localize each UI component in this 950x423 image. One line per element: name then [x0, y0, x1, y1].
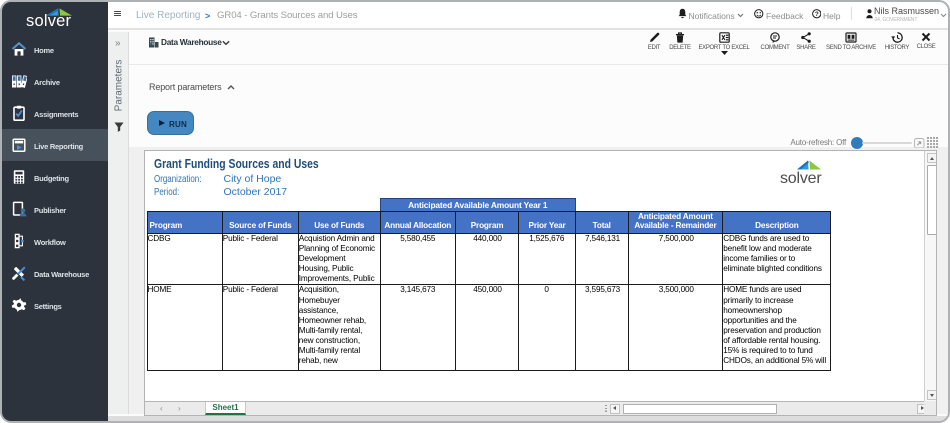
svg-text:?: ?	[814, 11, 818, 18]
